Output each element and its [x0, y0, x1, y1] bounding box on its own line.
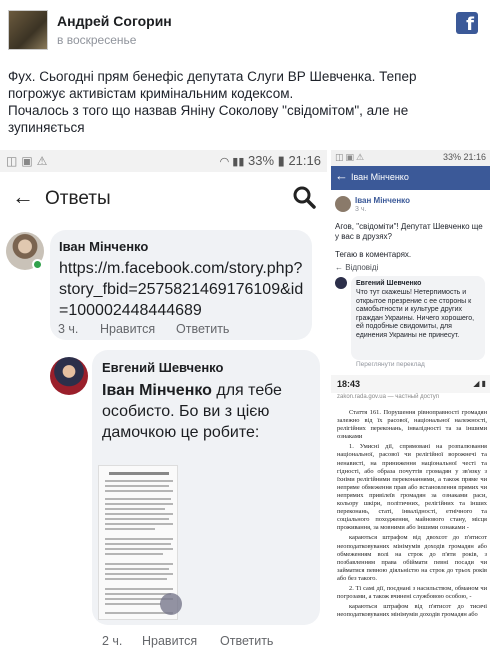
status-right: ◠ ▮▮ 33% ▮ 21:16 [220, 153, 321, 169]
like-button[interactable]: Нравится [142, 634, 197, 648]
post-text-line: погрожує активістам кримінальним кодексо… [8, 86, 294, 101]
status-bar: ◫▣⚠ 33% 21:16 [331, 150, 490, 166]
avatar[interactable] [335, 277, 347, 289]
law-paragraph: 1. Умисні дії, спрямовані на розпалюванн… [337, 443, 487, 532]
clock: 21:16 [288, 153, 321, 168]
comment-author[interactable]: Евгений Шевченко [356, 280, 421, 287]
law-paragraph: караються штрафом від п'ятисот до тисячі… [337, 603, 487, 619]
law-paragraph: караються штрафом від двохсот до п'ятисо… [337, 534, 487, 582]
notification-icons: ◫▣⚠ [6, 154, 52, 168]
back-arrow-icon[interactable]: ← [335, 168, 348, 183]
comment-author[interactable]: Евгений Шевченко [102, 360, 223, 375]
comment-author[interactable]: Іван Мінченко [59, 239, 148, 254]
law-paragraph: 2. Ті самі дії, поєднані з насильством, … [337, 584, 487, 601]
translate-link[interactable]: Переглянути переклад [356, 361, 425, 368]
status-bar: 18:43 ◢ ▮ [331, 375, 490, 393]
replies-toolbar: ← Ответы [0, 180, 327, 220]
battery-level: 33% [442, 152, 461, 162]
replies-title: Ответы [45, 188, 111, 209]
clock: 18:43 [337, 379, 361, 389]
image-overlay-icon [160, 593, 182, 615]
law-text: Стаття 161. Порушення рівноправності гро… [337, 409, 487, 621]
screenshot-replies: ◫▣⚠ ◠ ▮▮ 33% ▮ 21:16 ← Ответы Іван Мінче… [0, 150, 327, 658]
facebook-logo-icon[interactable]: f [456, 12, 478, 34]
address-bar[interactable]: zakon.rada.gov.ua — частный доступ [337, 394, 487, 405]
avatar[interactable] [335, 196, 351, 212]
post-author[interactable]: Іван Мінченко [355, 196, 410, 205]
notification-icons: ◫▣⚠ [335, 152, 367, 162]
post-header: Андрей Согорин в воскресенье f [0, 0, 490, 62]
mention-link[interactable]: Іван Мінченко [102, 382, 212, 399]
signal-battery-icon: ◢ ▮ [473, 379, 486, 388]
screenshot-post: ◫▣⚠ 33% 21:16 ← Іван Мінченко Іван Мінче… [331, 150, 490, 370]
battery-icon: ▮ [277, 153, 285, 168]
status-bar: ◫▣⚠ ◠ ▮▮ 33% ▮ 21:16 [0, 150, 327, 172]
comment-text: Іван Мінченко для тебе особисто. Бо ви з… [102, 380, 317, 443]
like-button[interactable]: Нравится [100, 322, 155, 336]
replies-link[interactable]: ← Відповіді [335, 263, 378, 272]
back-arrow-icon[interactable]: ← [12, 184, 34, 210]
reply-button[interactable]: Ответить [176, 322, 229, 336]
search-icon[interactable] [291, 184, 317, 210]
post-time[interactable]: в воскресенье [57, 33, 136, 47]
tag-text: Тегаю в коментарях. [335, 250, 412, 259]
header-title: Іван Мінченко [351, 172, 409, 182]
comment-link[interactable]: https://m.facebook.com/story.php?story_f… [59, 258, 309, 321]
online-status-icon [32, 259, 43, 270]
author-avatar[interactable] [8, 10, 48, 50]
comment-text: Что тут скажешь! Нетерпимость и открытое… [356, 289, 475, 339]
comment-bubble: Евгений Шевченко Іван Мінченко для тебе … [92, 350, 320, 625]
post-text: Агов, "свідоміти"! Депутат Шевченко ще у… [335, 222, 483, 241]
comment-time: 2 ч. [102, 634, 123, 648]
post-text-line: Фух. Сьогодні прям бенефіс депутата Слуг… [8, 69, 417, 84]
post-text: Фух. Сьогодні прям бенефіс депутата Слуг… [8, 68, 482, 136]
post-text-line: Почалось з того що назвав Яніну Соколову… [8, 103, 409, 118]
author-name[interactable]: Андрей Согорин [57, 13, 172, 29]
law-paragraph: Стаття 161. Порушення рівноправності гро… [337, 409, 487, 441]
battery-level: 33% [248, 153, 275, 168]
post-text-line: зупиняється [8, 120, 85, 135]
avatar[interactable] [50, 357, 88, 395]
status-right: 33% 21:16 [443, 152, 486, 162]
replies-label: Відповіді [345, 263, 379, 272]
wifi-signal-icon: ◠ ▮▮ [219, 156, 245, 168]
reply-button[interactable]: Ответить [220, 634, 273, 648]
comment-time: 3 ч. [58, 322, 79, 336]
comment-bubble: Евгений Шевченко Что тут скажешь! Нетерп… [351, 276, 485, 360]
back-arrow-icon: ← [335, 263, 346, 272]
clock: 21:16 [463, 152, 486, 162]
profile-header: ← Іван Мінченко [331, 166, 490, 190]
post-time: 3 ч. [355, 206, 367, 213]
screenshot-law-document: 18:43 ◢ ▮ zakon.rada.gov.ua — частный до… [331, 375, 490, 658]
